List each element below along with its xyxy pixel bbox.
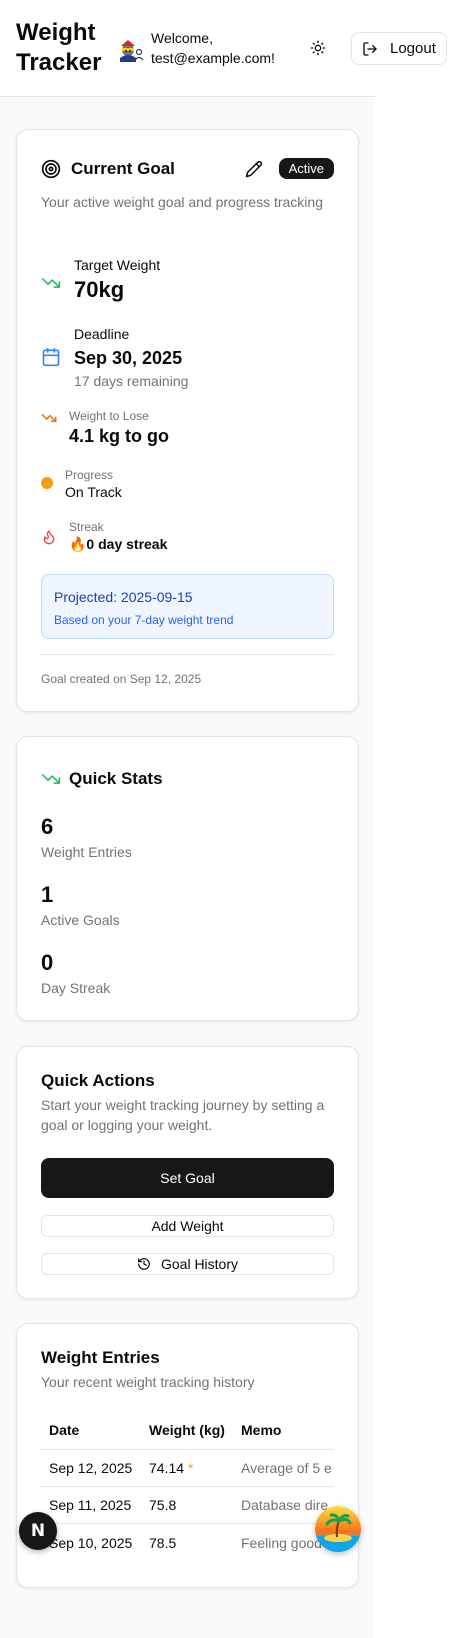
table-row[interactable]: Sep 12, 2025 74.14 * Average of 5 e [41, 1450, 334, 1487]
column-header-weight: Weight (kg) [149, 1421, 225, 1438]
table-header-row: Date Weight (kg) Memo [41, 1410, 334, 1450]
target-weight-value: 70kg [74, 277, 125, 302]
projection-note: Based on your 7-day weight trend [54, 613, 234, 627]
flame-icon [41, 529, 57, 545]
calendar-icon [41, 347, 61, 367]
edit-goal-button[interactable] [245, 160, 263, 183]
column-header-memo: Memo [241, 1421, 282, 1438]
deadline-label: Deadline [74, 326, 130, 342]
current-goal-title: Current Goal [71, 159, 175, 178]
welcome-email: test@example.com! [151, 50, 275, 66]
entry-memo: Database dire [241, 1497, 329, 1513]
next-logo-icon: N [30, 1521, 46, 1541]
quick-stats-title: Quick Stats [69, 769, 163, 788]
trending-down-icon [41, 769, 61, 789]
avatar-icon [120, 40, 144, 62]
deadline-value: Sep 30, 2025 [74, 348, 183, 368]
set-goal-button[interactable]: Set Goal [41, 1158, 334, 1198]
progress-section: Progress On Track [65, 468, 122, 500]
stat-label: Day Streak [41, 980, 111, 996]
streak-value: 🔥0 day streak [69, 536, 168, 552]
sun-icon [310, 40, 326, 56]
streak-label: Streak [69, 520, 104, 534]
stat-entries: 6 Weight Entries [41, 814, 132, 860]
entry-date: Sep 11, 2025 [49, 1497, 132, 1513]
goal-created-note: Goal created on Sep 12, 2025 [41, 672, 202, 686]
nextjs-dev-badge[interactable]: N [19, 1512, 57, 1550]
welcome-message: Welcome, test@example.com! [151, 28, 291, 68]
avatar [116, 36, 144, 64]
weight-entries-table: Date Weight (kg) Memo Sep 12, 2025 74.14… [41, 1410, 334, 1561]
stat-value: 0 [41, 950, 54, 975]
entry-weight-cell: 74.14 * [149, 1460, 241, 1476]
weight-entries-description: Your recent weight tracking history [41, 1374, 255, 1390]
stat-value: 6 [41, 814, 54, 839]
app-header: Weight Tracker Welcome, test@example.com… [0, 0, 447, 97]
streak-section: Streak 🔥0 day streak [69, 520, 167, 553]
weight-to-lose-section: Weight to Lose 4.1 kg to go [69, 409, 169, 447]
entry-date: Sep 10, 2025 [49, 1534, 133, 1551]
weight-to-lose-label: Weight to Lose [69, 409, 149, 423]
entry-weight: 78.5 [149, 1534, 177, 1551]
deadline-section: Deadline Sep 30, 2025 17 days remaining [74, 326, 188, 389]
target-weight-label: Target Weight [74, 257, 161, 273]
days-remaining: 17 days remaining [74, 373, 189, 389]
assistant-fab-button[interactable] [315, 1506, 361, 1552]
stat-value: 1 [41, 882, 54, 907]
weight-to-lose-value: 4.1 kg to go [69, 426, 170, 446]
goal-history-label: Goal History [160, 1256, 239, 1272]
progress-status-dot [41, 477, 53, 489]
status-badge: Active [278, 158, 334, 179]
column-header-date: Date [49, 1421, 80, 1438]
stat-label: Active Goals [41, 912, 120, 928]
entry-date: Sep 12, 2025 [49, 1460, 133, 1476]
trending-down-orange-icon [41, 410, 57, 426]
divider [41, 654, 334, 655]
logout-icon [363, 41, 377, 56]
table-row[interactable]: Sep 11, 2025 75.8 Database dire [41, 1487, 334, 1524]
app-title: Weight Tracker [16, 19, 102, 76]
projection-title: Projected: 2025-09-15 [54, 589, 193, 605]
quick-actions-title: Quick Actions [41, 1071, 155, 1090]
pencil-icon [245, 160, 263, 178]
island-icon [315, 1506, 361, 1552]
progress-value: On Track [65, 484, 122, 500]
projection-box: Projected: 2025-09-15 Based on your 7-da… [41, 574, 334, 639]
stat-label: Weight Entries [41, 844, 132, 860]
table-row[interactable]: Sep 10, 2025 78.5 Feeling good [41, 1524, 334, 1561]
stat-active-goals: 1 Active Goals [41, 882, 120, 928]
current-goal-card: Current Goal Active Your active weight g… [16, 129, 359, 712]
welcome-line-1: Welcome, [151, 30, 213, 46]
entry-weight: 75.8 [149, 1497, 177, 1513]
entry-weight: 74.14 [149, 1460, 185, 1476]
entry-memo: Average of 5 e [241, 1460, 332, 1476]
quick-actions-card: Quick Actions Start your weight tracking… [16, 1046, 359, 1299]
progress-label: Progress [65, 468, 114, 482]
trending-down-icon [41, 273, 61, 293]
weight-entries-card: Weight Entries Your recent weight tracki… [16, 1323, 359, 1588]
quick-stats-card: Quick Stats 6 Weight Entries 1 Active Go… [16, 736, 359, 1021]
target-weight-section: Target Weight 70kg [74, 257, 160, 303]
averaged-marker: * [188, 1460, 194, 1476]
weight-entries-title: Weight Entries [41, 1348, 160, 1367]
stat-day-streak: 0 Day Streak [41, 950, 110, 996]
theme-toggle-button[interactable] [306, 36, 330, 60]
add-weight-button[interactable]: Add Weight [41, 1215, 334, 1237]
goal-history-button[interactable]: Goal History [41, 1253, 334, 1275]
current-goal-description: Your active weight goal and progress tra… [41, 194, 323, 210]
logout-button[interactable]: Logout [351, 32, 447, 65]
target-icon [41, 159, 61, 179]
history-icon [138, 1258, 150, 1270]
quick-actions-description: Start your weight tracking journey by se… [41, 1097, 325, 1133]
logout-label: Logout [390, 40, 436, 57]
